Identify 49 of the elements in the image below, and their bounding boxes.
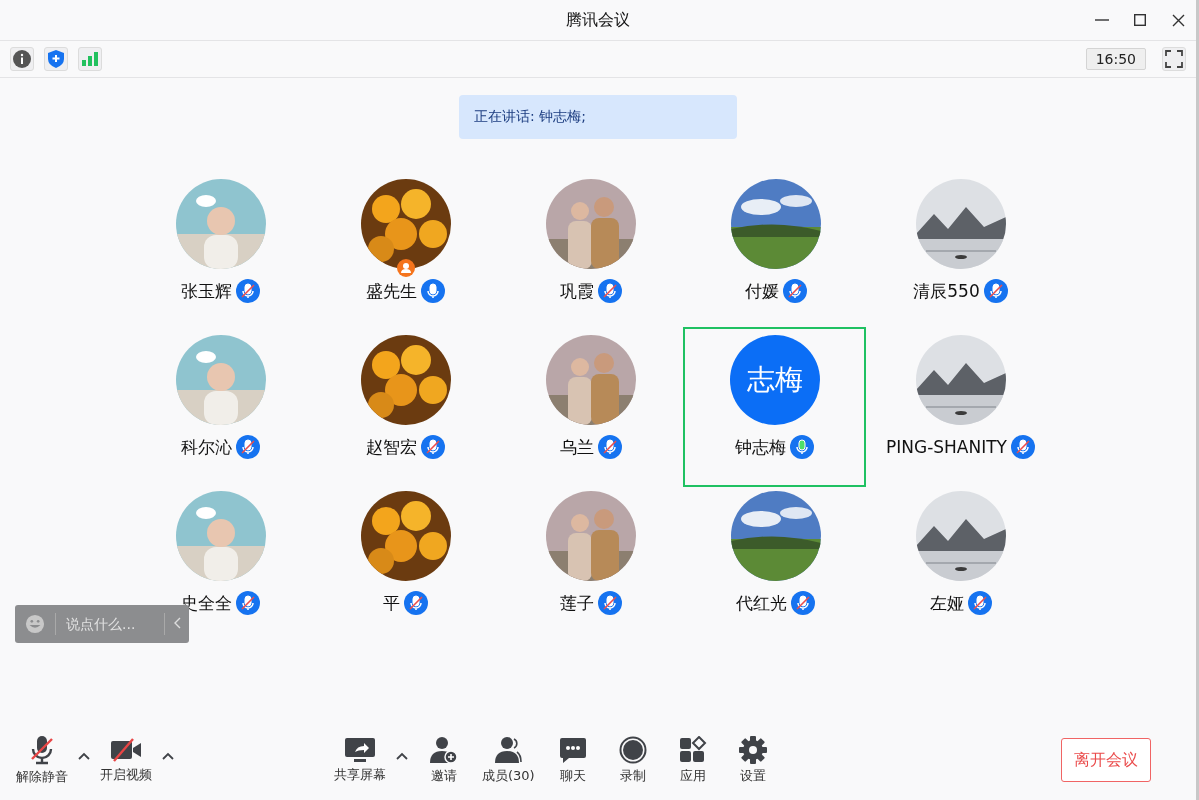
mic-button[interactable]: 解除静音 [10,734,74,786]
maximize-button[interactable] [1132,12,1148,28]
participant-name: 平 [383,591,400,615]
record-icon [618,735,647,764]
participant-name: 代红光 [736,591,787,615]
fullscreen-button[interactable] [1162,47,1186,71]
participant-name: 莲子 [559,591,594,615]
share-screen-icon [344,736,376,763]
share-button[interactable]: 共享屏幕 [328,736,392,784]
caret-icon [396,751,408,760]
participant-name: 盛先生 [366,279,417,303]
record-button[interactable]: 录制 [604,735,661,785]
participant-name: 赵智宏 [366,435,417,459]
chevron-left-icon [173,616,181,629]
video-button[interactable]: 开启视频 [94,736,158,784]
avatar: 志梅 [729,335,820,425]
caret-icon [78,751,90,760]
video-off-icon [110,736,142,763]
meeting-time: 16:50 [1085,48,1146,70]
members-icon [493,735,524,764]
invite-icon [429,735,459,764]
close-icon [1171,13,1185,27]
chat-input-field[interactable]: 说点什么... [55,613,165,635]
participant-name: 钟志梅 [735,435,786,459]
members-button[interactable]: 成员(30) [476,735,541,785]
speaking-banner: 正在讲话: 钟志梅; [459,95,737,139]
participant-name: 清辰550 [913,279,980,303]
participant-name: 巩霞 [559,279,594,303]
window-title: 腾讯会议 [566,9,630,31]
participant-name: 付媛 [744,279,779,303]
maximize-icon [1134,14,1146,26]
participant-name: 张玉辉 [181,279,232,303]
close-button[interactable] [1170,12,1186,28]
apps-button[interactable]: 应用 [664,735,721,785]
apps-icon [678,735,707,764]
chat-icon [558,735,587,764]
participant-name: 科尔沁 [181,435,232,459]
settings-button[interactable]: 设置 [724,735,781,785]
invite-button[interactable]: 邀请 [416,735,472,785]
info-button[interactable] [10,47,34,71]
participant-name: 乌兰 [559,435,594,459]
emoji-icon [25,613,45,635]
leave-meeting-button[interactable]: 离开会议 [1061,738,1151,782]
participant-name: PING-SHANITY [886,437,1007,457]
security-button[interactable] [44,47,68,71]
chat-button[interactable]: 聊天 [544,735,601,785]
mic-muted-icon [29,734,55,765]
caret-icon [162,751,174,760]
participant-name: 左娅 [929,591,964,615]
